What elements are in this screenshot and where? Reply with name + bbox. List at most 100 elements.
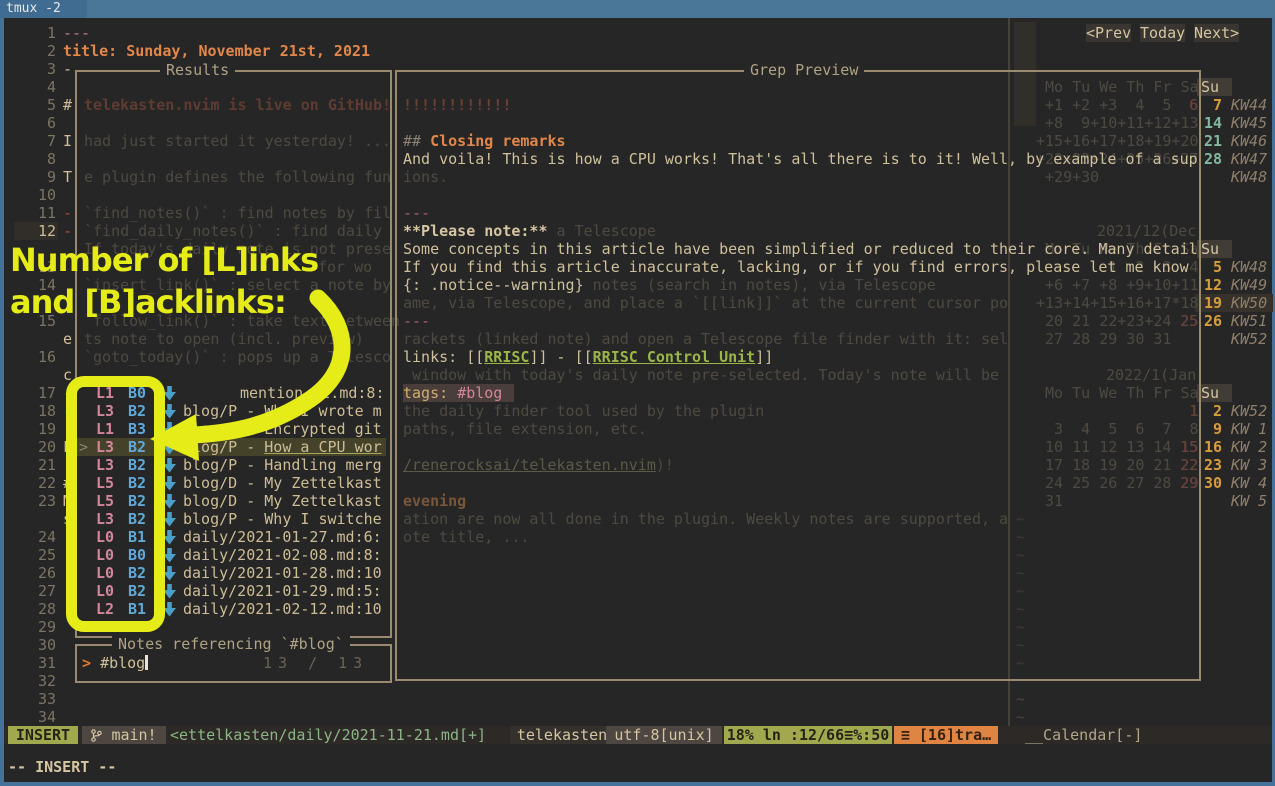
results-window-title: Results (160, 61, 235, 79)
calendar-next-button[interactable]: Next> (1194, 24, 1239, 42)
preview-line: ## Closing remarks (403, 132, 1197, 150)
calendar-week-number: KW45 (1231, 114, 1267, 132)
preview-line (403, 474, 1197, 492)
result-text: blog/P - Why I switche (183, 510, 382, 528)
buffer-char: e (63, 330, 72, 348)
window-titlebar[interactable]: tmux -2 (0, 0, 1275, 18)
preview-line: --- (403, 312, 1197, 330)
line-number: 30 (16, 636, 56, 654)
calendar-sunday-header: Su (1197, 240, 1232, 258)
preview-line: Some concepts in this article have been … (403, 240, 1197, 258)
window-edge-left (0, 18, 4, 786)
calendar-prev-button[interactable]: <Prev (1086, 24, 1131, 42)
buffer-line: --- (63, 24, 90, 42)
result-text: blog/P - Handling merg (183, 456, 382, 474)
preview-line: paths, file extension, etc. (403, 420, 1197, 438)
annotation-highlight-box (66, 376, 165, 632)
tmux-window-title: tmux -2 (0, 0, 87, 18)
annotation-text-line2: and [B]acklinks: (10, 282, 286, 322)
line-number: 10 (16, 186, 56, 204)
bleed-text: e plugin defines the following fun (84, 168, 391, 186)
filetype-segment: telekasten (510, 726, 614, 744)
bleed-text: had just started it yesterday! ... (84, 132, 391, 150)
preview-line: ame, via Telescope, and place a `[[link]… (403, 294, 1197, 312)
line-number: 2 (16, 42, 56, 60)
buffer-char: - (63, 204, 72, 222)
calendar-week-number: KW47 (1231, 150, 1267, 168)
empty-line-tilde: ~ (1016, 708, 1025, 726)
empty-line-tilde: ~ (1016, 690, 1025, 708)
line-number: 12 (16, 222, 56, 240)
annotation-text-line1: Number of [L]inks (10, 240, 318, 280)
statusline: INSERT main! <ettelkasten/daily/2021-11-… (4, 726, 1272, 744)
calendar-buffer-label[interactable]: __Calendar[-] (1025, 726, 1142, 744)
line-number: 29 (16, 618, 56, 636)
text-cursor (145, 655, 148, 670)
line-number: 7 (16, 132, 56, 150)
bleed-text: telekasten.nvim is live on GitHub! (84, 96, 391, 114)
preview-line: tags: #blog (403, 384, 1197, 402)
result-text: daily/2021-02-12.md:10 (183, 600, 382, 618)
buffer-info-segment: ≡ [16]tra… (894, 726, 998, 744)
preview-line: rackets (linked note) and open a Telesco… (403, 330, 1197, 348)
line-number: 20 (16, 438, 56, 456)
prompt-query: #blog (100, 654, 145, 672)
preview-line (403, 114, 1197, 132)
calendar-week-number: KW46 (1231, 132, 1267, 150)
line-number: 5 (16, 96, 56, 114)
result-counter: 13 / 13 (263, 654, 368, 672)
preview-line: !!!!!!!!!!!! (403, 96, 1197, 114)
calendar-week-number: KW 5 (1231, 492, 1267, 510)
bleed-text: `find_notes()` : find notes by fil (84, 204, 391, 222)
preview-line: ote title, ... (403, 528, 1197, 546)
line-number: 28 (16, 600, 56, 618)
mode-message: -- INSERT -- (8, 758, 116, 776)
prompt-input[interactable]: > #blog (82, 654, 148, 672)
calendar-today-button[interactable]: Today (1140, 24, 1185, 42)
line-number: 24 (16, 528, 56, 546)
prompt-caret: > (82, 654, 91, 672)
git-branch-segment[interactable]: main! (82, 726, 166, 744)
preview-line: evening (403, 492, 1197, 510)
preview-line: If you find this article inaccurate, lac… (403, 258, 1197, 276)
buffer-char: # (63, 96, 72, 114)
bleed-text: ts note to open (incl. preview) (84, 330, 364, 348)
calendar-week-number: KW 2 (1231, 438, 1267, 456)
line-number: 23 (16, 492, 56, 510)
preview-line: **Please note:** a Telescope (403, 222, 1197, 240)
preview-line: And voila! This is how a CPU works! That… (403, 150, 1197, 168)
line-number: 8 (16, 150, 56, 168)
calendar-week-number: KW48 (1231, 258, 1267, 276)
preview-line: links: [[RRISC]] - [[RRISC Control Unit]… (403, 348, 1197, 366)
line-number: 21 (16, 456, 56, 474)
buffer-char: T (63, 168, 72, 186)
line-number: 31 (16, 654, 56, 672)
result-text: daily/2021-01-27.md:6: (183, 528, 382, 546)
result-text: daily/2021-02-08.md:8: (183, 546, 382, 564)
calendar-week-number: KW 3 (1231, 456, 1267, 474)
line-number: 27 (16, 582, 56, 600)
calendar-week-number: KW49 (1231, 276, 1267, 294)
line-number: 26 (16, 564, 56, 582)
result-text: blog/D - My Zettelkast (183, 474, 382, 492)
line-number: 33 (16, 690, 56, 708)
calendar-sunday-header: Su (1197, 78, 1232, 96)
bleed-text: `goto_today()` : pops up a Telesco (84, 348, 391, 366)
line-number: 11 (16, 204, 56, 222)
bleed-text: for wo (318, 258, 372, 276)
calendar-week-number: KW52 (1231, 402, 1267, 420)
line-number: 3 (16, 60, 56, 78)
terminal-screen: tmux -2 ---title: Sunday, November 21st,… (0, 0, 1275, 786)
preview-line (403, 438, 1197, 456)
result-text: blog/D - My Zettelkast (183, 492, 382, 510)
mode-indicator: INSERT (8, 726, 78, 744)
buffer-char: I (63, 132, 72, 150)
preview-line (403, 186, 1197, 204)
file-path[interactable]: <ettelkasten/daily/2021-11-21.md[+] (170, 726, 486, 744)
preview-line: the daily finder tool used by the plugin (403, 402, 1197, 420)
line-number: 25 (16, 546, 56, 564)
line-number: 9 (16, 168, 56, 186)
line-number: 18 (16, 402, 56, 420)
line-number: 4 (16, 78, 56, 96)
buffer-char: - (63, 60, 72, 78)
